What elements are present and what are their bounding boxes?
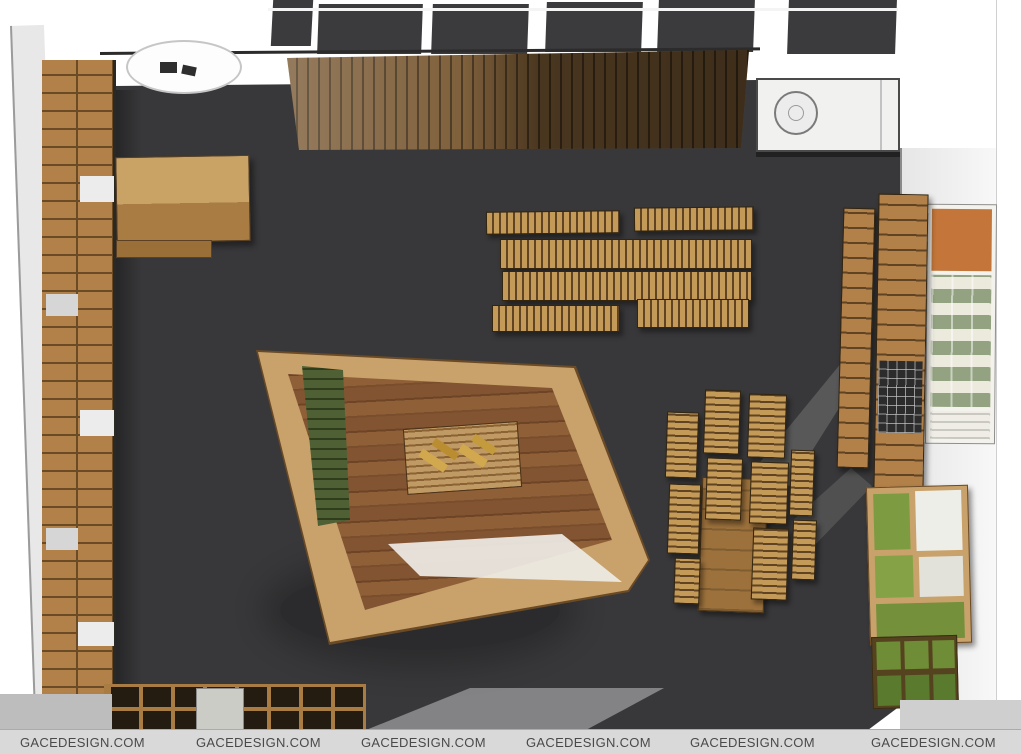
slatted-bench <box>634 206 754 231</box>
watermark-bar: GACEDESIGN.COM GACEDESIGN.COM GACEDESIGN… <box>0 729 1021 754</box>
slatted-table <box>500 239 752 269</box>
slatted-table <box>502 271 752 301</box>
ceiling-panel <box>271 0 313 46</box>
shelf-cell-green <box>876 641 901 670</box>
shelf-cell-green <box>875 555 914 598</box>
slatted-ceiling-panel <box>287 50 749 150</box>
wall-shelf-wide <box>873 194 928 491</box>
slatted-bench-vertical <box>789 450 815 517</box>
slatted-ceiling-panel-shade <box>287 50 749 150</box>
reception-desk-shelf <box>116 240 212 258</box>
ac-unit-divider <box>880 80 882 150</box>
right-wall-edge <box>996 0 997 754</box>
slatted-bench-vertical <box>703 389 741 454</box>
watermark-text: GACEDESIGN.COM <box>526 735 651 750</box>
shelf-cell-gray <box>46 528 78 550</box>
ac-unit <box>756 78 900 152</box>
slatted-bench-vertical <box>747 393 787 458</box>
poster-thumbnail-grid <box>930 275 991 408</box>
wall-shelf-grid-insert <box>877 361 922 434</box>
ceiling-panel <box>317 4 423 54</box>
watermark-text: GACEDESIGN.COM <box>361 735 486 750</box>
shelf-cell-green <box>904 641 929 670</box>
slatted-bench <box>637 299 749 328</box>
slatted-bench-vertical <box>673 558 701 605</box>
poster-caption-block <box>930 411 990 440</box>
display-table <box>403 421 522 495</box>
shelf-cell-white <box>919 556 964 597</box>
slatted-bench-vertical <box>665 411 699 478</box>
display-platform <box>255 348 655 648</box>
ac-unit-fan-hub <box>788 105 804 121</box>
ceiling-panel <box>431 4 529 54</box>
green-shelf-upper <box>866 485 972 646</box>
shelf-cell-green <box>932 640 955 669</box>
slatted-bench <box>486 210 620 234</box>
slatted-bench-vertical <box>705 457 743 520</box>
bookshelf-left <box>42 60 116 704</box>
slatted-bench-vertical <box>667 483 701 554</box>
shelf-cell-white <box>78 622 114 646</box>
watermark-text: GACEDESIGN.COM <box>20 735 145 750</box>
wall-poster <box>925 204 997 445</box>
ceiling-beam <box>268 8 898 11</box>
wall-shelf-narrow <box>837 208 876 469</box>
ceiling-light-vent <box>160 62 177 73</box>
watermark-text: GACEDESIGN.COM <box>690 735 815 750</box>
ac-unit-shadow <box>756 152 902 157</box>
slatted-bench-vertical <box>751 527 789 600</box>
shelf-cell-white <box>80 176 114 202</box>
slatted-bench <box>492 305 620 332</box>
interior-room-render: GACEDESIGN.COM GACEDESIGN.COM GACEDESIGN… <box>0 0 1021 754</box>
shelf-cell-gray <box>46 294 78 316</box>
slatted-bench-vertical <box>791 520 817 581</box>
slatted-bench-vertical <box>749 461 789 524</box>
watermark-text: GACEDESIGN.COM <box>196 735 321 750</box>
green-shelf-lower <box>871 635 959 709</box>
watermark-text: GACEDESIGN.COM <box>871 735 996 750</box>
shelf-cell-green <box>873 493 910 550</box>
shelf-cell-white <box>80 410 114 436</box>
reception-desk <box>115 155 250 243</box>
shelf-cell-green <box>877 675 902 706</box>
shelf-cell-white <box>915 490 963 551</box>
poster-orange-block <box>931 209 992 272</box>
